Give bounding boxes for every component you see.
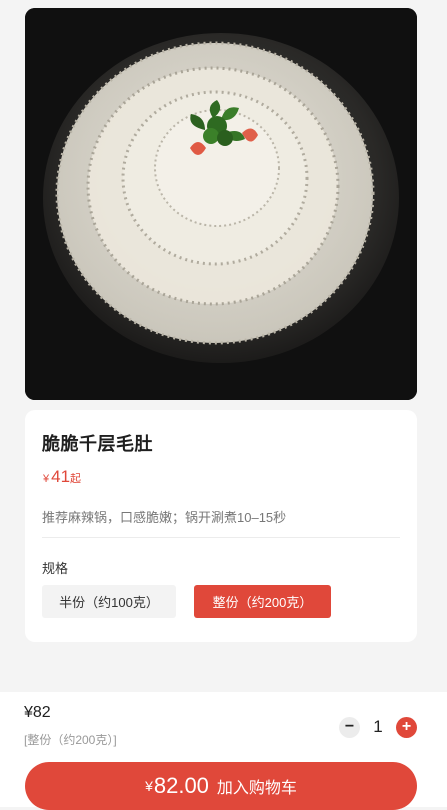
add-to-cart-button[interactable]: ¥82.00 加入购物车 (25, 762, 417, 810)
product-info-card: 脆脆千层毛肚 ¥41起 推荐麻辣锅，口感脆嫩；锅开涮煮10–15秒 规格 半份（… (25, 410, 417, 642)
product-description: 推荐麻辣锅，口感脆嫩；锅开涮煮10–15秒 (42, 510, 287, 525)
cart-label: 加入购物车 (216, 780, 297, 797)
spec-option-whole[interactable]: 整份（约200克） (194, 585, 331, 618)
plus-icon[interactable]: + (396, 716, 417, 738)
price-suffix: 起 (70, 473, 82, 485)
selected-price: ¥82 (24, 704, 51, 721)
cart-currency: ¥ (145, 778, 153, 794)
cart-total: 82.00 (153, 773, 209, 798)
product-photo (25, 8, 417, 400)
product-name: 脆脆千层毛肚 (42, 434, 153, 454)
minus-icon[interactable]: − (339, 716, 360, 738)
product-detail-page: 脆脆千层毛肚 ¥41起 推荐麻辣锅，口感脆嫩；锅开涮煮10–15秒 规格 半份（… (0, 0, 447, 810)
selected-spec: [整份（约200克）] (24, 733, 117, 747)
spec-label: 规格 (42, 561, 69, 576)
tripe-plate-illustration (25, 8, 417, 400)
quantity-stepper: − 1 + (339, 716, 417, 738)
price-currency: ¥ (43, 473, 50, 485)
spec-option-half[interactable]: 半份（约100克） (42, 585, 176, 618)
quantity-value: 1 (373, 717, 383, 736)
product-price: ¥41起 (43, 467, 81, 487)
price-value: 41 (51, 467, 71, 486)
divider (42, 537, 400, 538)
bottom-bar: ¥82 [整份（约200克）] − 1 + ¥82.00 加入购物车 (0, 692, 447, 810)
